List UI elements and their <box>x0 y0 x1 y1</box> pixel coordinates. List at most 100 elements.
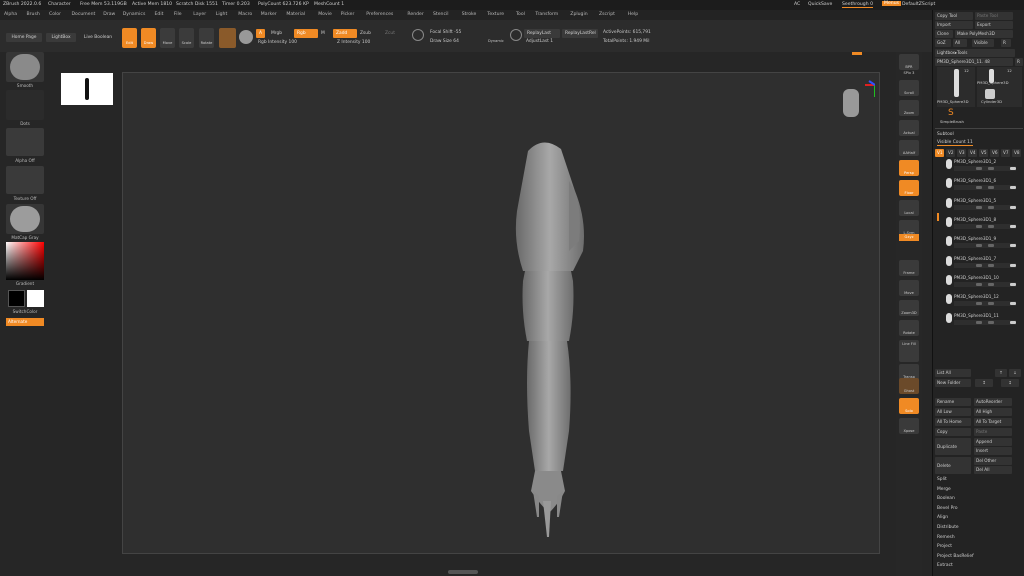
subtool-toggle-icon[interactable] <box>976 321 982 325</box>
visibility-tab-v7[interactable]: V7 <box>1001 149 1010 157</box>
subtool-row[interactable]: PM3D_Sphere3D1_9 <box>946 236 1018 254</box>
subtool-toggle-icon[interactable] <box>988 282 994 286</box>
visibility-tab-v3[interactable]: V3 <box>957 149 966 157</box>
alpha-icon[interactable] <box>6 128 44 156</box>
menu-macro[interactable]: Macro <box>238 12 252 17</box>
subtool-row[interactable]: PM3D_Sphere3D1_2 <box>946 159 1018 177</box>
subtool-heading[interactable]: Subtool <box>937 132 954 137</box>
draw-size-slider[interactable]: Draw Size 64 <box>430 39 459 44</box>
subtool-controls[interactable] <box>954 281 1016 287</box>
rgb-toggle[interactable]: Rgb <box>294 29 318 38</box>
menu-zscript[interactable]: Zscript <box>599 12 615 17</box>
scale-button[interactable]: Scale <box>179 28 194 48</box>
matcap-icon[interactable] <box>6 204 44 234</box>
current-tool-r-button[interactable]: R <box>1015 58 1023 66</box>
local-button[interactable]: Local <box>899 200 919 216</box>
zoom3d-button[interactable]: Zoom3D <box>899 300 919 316</box>
subtool-toggle-icon[interactable] <box>976 302 982 306</box>
live-boolean-button[interactable]: Live Boolean <box>80 33 116 42</box>
gxyz-button[interactable]: Gxyz <box>899 234 919 241</box>
right-tray-handle[interactable] <box>852 52 862 55</box>
menu-light[interactable]: Light <box>216 12 227 17</box>
subpalette-merge[interactable]: Merge <box>937 487 951 492</box>
goz-button[interactable]: GoZ <box>935 39 951 47</box>
copy-subtool-button[interactable]: Copy <box>935 428 971 436</box>
all-to-target-button[interactable]: All To Target <box>974 418 1012 426</box>
subtool-controls[interactable] <box>954 166 1016 171</box>
import-button[interactable]: Import <box>935 21 973 29</box>
mrgb-toggle[interactable]: Mrgb <box>271 31 282 36</box>
m-toggle[interactable]: M <box>321 31 325 36</box>
zcut-toggle[interactable]: Zcut <box>385 31 395 36</box>
new-folder-button[interactable]: New Folder <box>935 379 971 387</box>
append-button[interactable]: Append <box>974 438 1012 446</box>
subpalette-project[interactable]: Project <box>937 544 952 549</box>
menu-brush[interactable]: Brush <box>27 12 40 17</box>
delete-button[interactable]: Delete <box>935 457 971 474</box>
goz-all-button[interactable]: All <box>953 39 967 47</box>
paste-tool-button[interactable]: Paste Tool <box>975 12 1013 20</box>
del-other-button[interactable]: Del Other <box>974 457 1012 465</box>
smooth-brush-icon[interactable] <box>6 52 44 82</box>
dynamic-toggle[interactable]: Dynamic <box>488 39 504 43</box>
persp-button[interactable]: Persp <box>899 160 919 176</box>
zoom-button[interactable]: Zoom <box>899 100 919 116</box>
zadd-toggle[interactable]: Zadd <box>333 29 357 38</box>
visibility-tab-v6[interactable]: V6 <box>990 149 999 157</box>
subtool-toggle-icon[interactable] <box>976 205 982 209</box>
ac-label[interactable]: AC <box>794 2 800 7</box>
menu-help[interactable]: Help <box>628 12 638 17</box>
spix-slider[interactable]: SPix 3 <box>899 71 919 76</box>
subpalette-align[interactable]: Align <box>937 515 948 520</box>
subtool-controls[interactable] <box>954 243 1016 249</box>
replay-last-rel-button[interactable]: ReplayLastRel <box>562 29 598 38</box>
subtool-row[interactable]: PM3D_Sphere3D1_5 <box>946 197 1018 216</box>
scroll-button[interactable]: Scroll <box>899 80 919 96</box>
visibility-tab-v1[interactable]: V1 <box>935 149 944 157</box>
eye-icon[interactable] <box>1010 302 1016 306</box>
edit-button[interactable]: Edit <box>122 28 137 48</box>
subtool-controls[interactable] <box>954 320 1016 326</box>
visibility-tab-v8[interactable]: V8 <box>1012 149 1021 157</box>
rotate-view-button[interactable]: Rotate <box>899 320 919 336</box>
rename-button[interactable]: Rename <box>935 398 971 406</box>
autoreorder-button[interactable]: AutoReorder <box>974 398 1012 406</box>
menu-stroke[interactable]: Stroke <box>462 12 477 17</box>
subtool-toggle-icon[interactable] <box>988 302 994 306</box>
subtool-controls[interactable] <box>954 185 1016 191</box>
goz-visible-button[interactable]: Visible <box>972 39 994 47</box>
quicksave-button[interactable]: QuickSave <box>808 2 832 7</box>
line-fill-button[interactable]: Line Fill <box>899 340 919 362</box>
texture-icon[interactable] <box>6 166 44 194</box>
menu-edit[interactable]: Edit <box>155 12 164 17</box>
frame-button[interactable]: Frame <box>899 260 919 276</box>
subpalette-distribute[interactable]: Distribute <box>937 525 959 530</box>
copy-tool-button[interactable]: Copy Tool <box>935 12 973 20</box>
rgb-intensity-slider[interactable]: Rgb Intensity 100 <box>258 40 297 45</box>
subtool-toggle-icon[interactable] <box>988 224 994 228</box>
floor-button[interactable]: Floor <box>899 180 919 196</box>
rotate-button[interactable]: Rotate <box>199 28 214 48</box>
tool-thumb-1[interactable]: PM3D_Sphere3D 12 <box>937 67 975 107</box>
visible-count-slider[interactable]: Visible Count 11 <box>937 140 973 146</box>
menu-transform[interactable]: Transform <box>535 12 558 17</box>
subtool-toggle-icon[interactable] <box>988 167 994 170</box>
menu-picker[interactable]: Picker <box>341 12 355 17</box>
actual-button[interactable]: Actual <box>899 120 919 136</box>
subtool-row[interactable]: PM3D_Sphere3D1_12 <box>946 294 1018 312</box>
menus-button[interactable]: Menus <box>882 1 902 6</box>
subtool-toggle-icon[interactable] <box>976 282 982 286</box>
visibility-tab-v2[interactable]: V2 <box>946 149 955 157</box>
subpalette-boolean[interactable]: Boolean <box>937 496 955 501</box>
insert-button[interactable]: Insert <box>974 447 1012 455</box>
subtool-toggle-icon[interactable] <box>976 244 982 248</box>
menu-draw[interactable]: Draw <box>103 12 115 17</box>
goz-r-button[interactable]: R <box>1001 39 1011 47</box>
subtool-row[interactable]: PM3D_Sphere3D1_6 <box>946 178 1018 196</box>
eye-icon[interactable] <box>1010 224 1016 228</box>
subtool-toggle-icon[interactable] <box>976 186 982 190</box>
aahalf-button[interactable]: AAHalf <box>899 140 919 156</box>
move-down-icon[interactable]: ↧ <box>1001 379 1019 387</box>
subtool-controls[interactable] <box>954 223 1016 229</box>
subtool-row[interactable]: PM3D_Sphere3D1_11 <box>946 313 1018 331</box>
